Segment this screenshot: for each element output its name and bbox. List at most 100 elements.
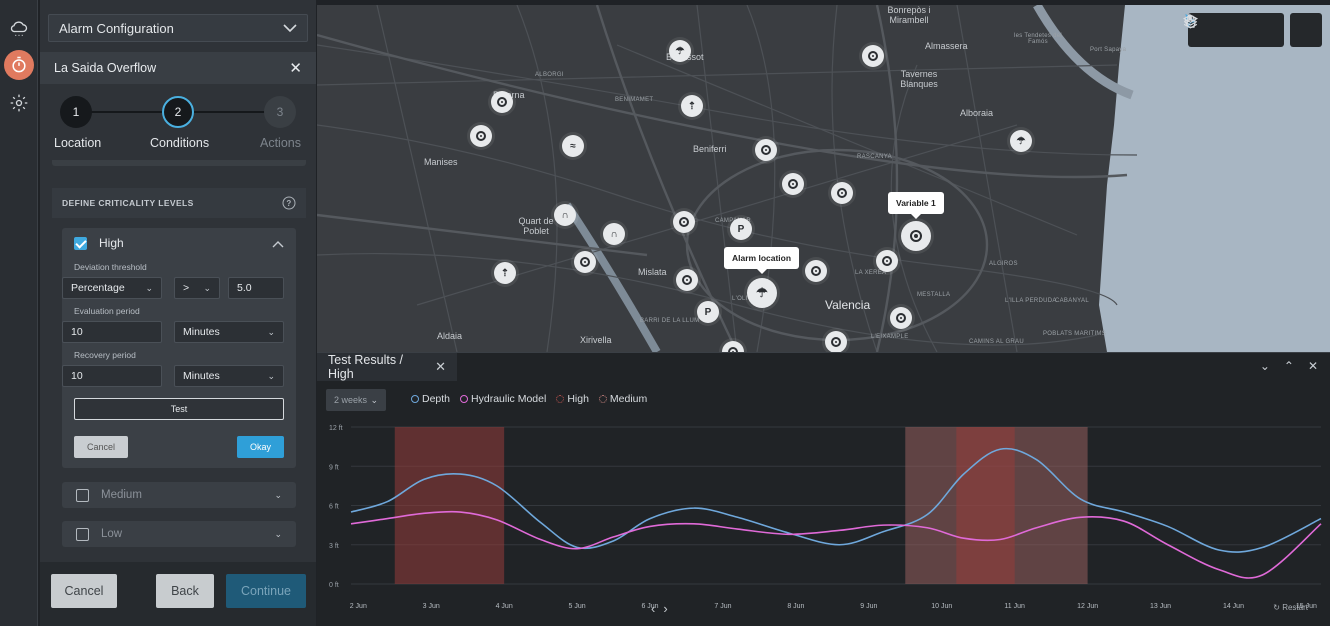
recovery-unit-select[interactable]: Minutes ⌄	[174, 365, 284, 387]
operator-value: >	[183, 282, 190, 294]
tunnel-icon[interactable]: ∩	[554, 204, 576, 226]
x-tick-label: 2 Jun	[350, 603, 367, 610]
medium-checkbox[interactable]	[76, 488, 89, 502]
x-tick-label: 3 Jun	[423, 603, 440, 610]
pointer-hand-icon[interactable]	[1185, 13, 1252, 47]
sensor-pin-icon[interactable]	[890, 307, 912, 329]
map-district-label: MESTALLA	[917, 292, 951, 298]
sensor-pin-icon[interactable]	[673, 211, 695, 233]
sensor-pin-icon[interactable]	[574, 251, 596, 273]
threshold-input[interactable]: 5.0	[228, 277, 284, 299]
water-level-icon[interactable]: ≈	[562, 135, 584, 157]
deviation-type-select[interactable]: Percentage ⌄	[62, 277, 162, 299]
map-district-label: BARRI DE LA LLUM	[640, 318, 700, 324]
sensor-pin-icon[interactable]	[676, 269, 698, 291]
low-level-card[interactable]: Low ⌄	[62, 521, 296, 547]
test-button[interactable]: Test	[74, 398, 284, 420]
collapsed-section	[52, 160, 306, 166]
section-title: DEFINE CRITICALITY LEVELS	[62, 198, 194, 208]
step-2-circle[interactable]: 2	[162, 96, 194, 128]
conditions-scroll-area[interactable]: DEFINE CRITICALITY LEVELS ? High Deviati…	[52, 160, 306, 560]
cancel-button[interactable]: Cancel	[51, 574, 117, 608]
sensor-pin-icon[interactable]	[862, 45, 884, 67]
chevron-left-icon[interactable]: ‹	[651, 601, 663, 616]
weather-cloud-icon[interactable]	[4, 14, 34, 44]
low-checkbox[interactable]	[76, 527, 89, 541]
alarm-location-pin-icon[interactable]: ☂	[747, 278, 777, 308]
map-place-label: les Tendetes del Famós	[1013, 33, 1063, 45]
rain-gauge-icon[interactable]: ☂	[1010, 130, 1032, 152]
pump-station-icon[interactable]: ⇡	[681, 95, 703, 117]
recovery-value: 10	[71, 370, 83, 382]
x-tick-label: 10 Jun	[931, 603, 952, 610]
restart-button[interactable]: ↻ Restart	[1273, 603, 1308, 612]
sensor-pin-icon[interactable]	[825, 331, 847, 352]
step-3-circle[interactable]: 3	[264, 96, 296, 128]
close-tab-icon[interactable]: ✕	[435, 359, 446, 375]
legend-ring-icon	[411, 395, 419, 403]
legend-label: Depth	[422, 393, 451, 405]
sensor-pin-icon[interactable]	[755, 139, 777, 161]
operator-select[interactable]: > ⌄	[174, 277, 220, 299]
medium-level-card[interactable]: Medium ⌄	[62, 482, 296, 508]
y-tick-label: 12 ft	[329, 425, 343, 432]
legend-item-medium[interactable]: Medium	[598, 393, 648, 405]
range-select[interactable]: 2 weeks ⌄	[326, 389, 386, 411]
level-cancel-button[interactable]: Cancel	[74, 436, 128, 458]
layers-icon[interactable]	[1182, 13, 1322, 47]
sensor-pin-icon[interactable]	[470, 125, 492, 147]
high-checkbox[interactable]	[74, 236, 87, 250]
y-tick-label: 9 ft	[329, 464, 339, 471]
chevron-down-icon	[283, 24, 297, 33]
alarm-type-dropdown[interactable]: Alarm Configuration	[48, 14, 308, 42]
chevron-down-icon[interactable]: ⌄	[1260, 359, 1270, 373]
recovery-input[interactable]: 10	[62, 365, 162, 387]
sensor-pin-icon[interactable]	[805, 260, 827, 282]
sensor-pin-icon[interactable]	[782, 173, 804, 195]
map-place-label: Quart de Poblet	[518, 216, 554, 236]
chevron-up-icon[interactable]	[272, 240, 284, 248]
results-chart[interactable]: 0 ft 3 ft 6 ft 9 ft 12 ft 2 Jun 3 Jun 4 Jun 5 Ju…	[317, 417, 1330, 626]
chevron-right-icon[interactable]: ›	[663, 601, 675, 616]
step-1-circle[interactable]: 1	[60, 96, 92, 128]
sensor-pin-icon[interactable]	[876, 250, 898, 272]
stopwatch-icon[interactable]	[4, 50, 34, 80]
chevron-up-icon[interactable]: ⌃	[1284, 359, 1294, 373]
tunnel-icon[interactable]: ∩	[603, 223, 625, 245]
x-tick-label: 9 Jun	[860, 603, 877, 610]
app-root: Alarm Configuration La Saida Overflow ✕ …	[0, 0, 1330, 626]
legend-item-depth[interactable]: Depth	[411, 393, 450, 405]
legend-item-high[interactable]: High	[556, 393, 589, 405]
alarm-wizard-panel: Alarm Configuration La Saida Overflow ✕ …	[40, 0, 316, 626]
continue-button[interactable]: Continue	[226, 574, 306, 608]
evaluation-unit-select[interactable]: Minutes ⌄	[174, 321, 284, 343]
high-label: High	[99, 236, 124, 250]
evaluation-input[interactable]: 10	[62, 321, 162, 343]
rain-gauge-icon[interactable]: ☂	[669, 40, 691, 62]
sensor-pin-icon[interactable]	[491, 91, 513, 113]
low-label: Low	[101, 528, 123, 540]
pump-station-icon[interactable]: ⇡	[494, 262, 516, 284]
okay-button[interactable]: Okay	[237, 436, 284, 458]
help-icon[interactable]: ?	[282, 196, 296, 210]
legend-label: Medium	[609, 393, 648, 405]
variable-sensor-pin-icon[interactable]	[901, 221, 931, 251]
close-icon[interactable]: ✕	[1308, 359, 1318, 373]
pan-hand-icon[interactable]	[1184, 13, 1284, 47]
parking-icon[interactable]: P	[730, 218, 752, 240]
sensor-pin-icon[interactable]	[831, 182, 853, 204]
evaluation-label: Evaluation period	[74, 306, 140, 316]
svg-text:?: ?	[286, 199, 291, 208]
parking-icon[interactable]: P	[697, 301, 719, 323]
close-icon[interactable]: ✕	[289, 59, 302, 77]
legend-item-hydraulic[interactable]: Hydraulic Model	[460, 393, 546, 405]
map-view[interactable]: Burjassot Paterna Manises Quart de Poble…	[317, 5, 1330, 352]
map-district-label: POBLATS MARITIMS	[1043, 331, 1107, 337]
evaluation-unit-value: Minutes	[183, 326, 220, 338]
wizard-stepper: 1 2 3 Location Conditions Actions	[40, 84, 316, 154]
gear-icon[interactable]	[4, 88, 34, 118]
chart-svg: 0 ft 3 ft 6 ft 9 ft 12 ft 2 Jun 3 Jun 4 Jun 5 Ju…	[329, 425, 1322, 610]
results-tab[interactable]: Test Results / High ✕	[317, 353, 457, 381]
high-level-header[interactable]: High	[74, 236, 124, 250]
back-button[interactable]: Back	[156, 574, 214, 608]
